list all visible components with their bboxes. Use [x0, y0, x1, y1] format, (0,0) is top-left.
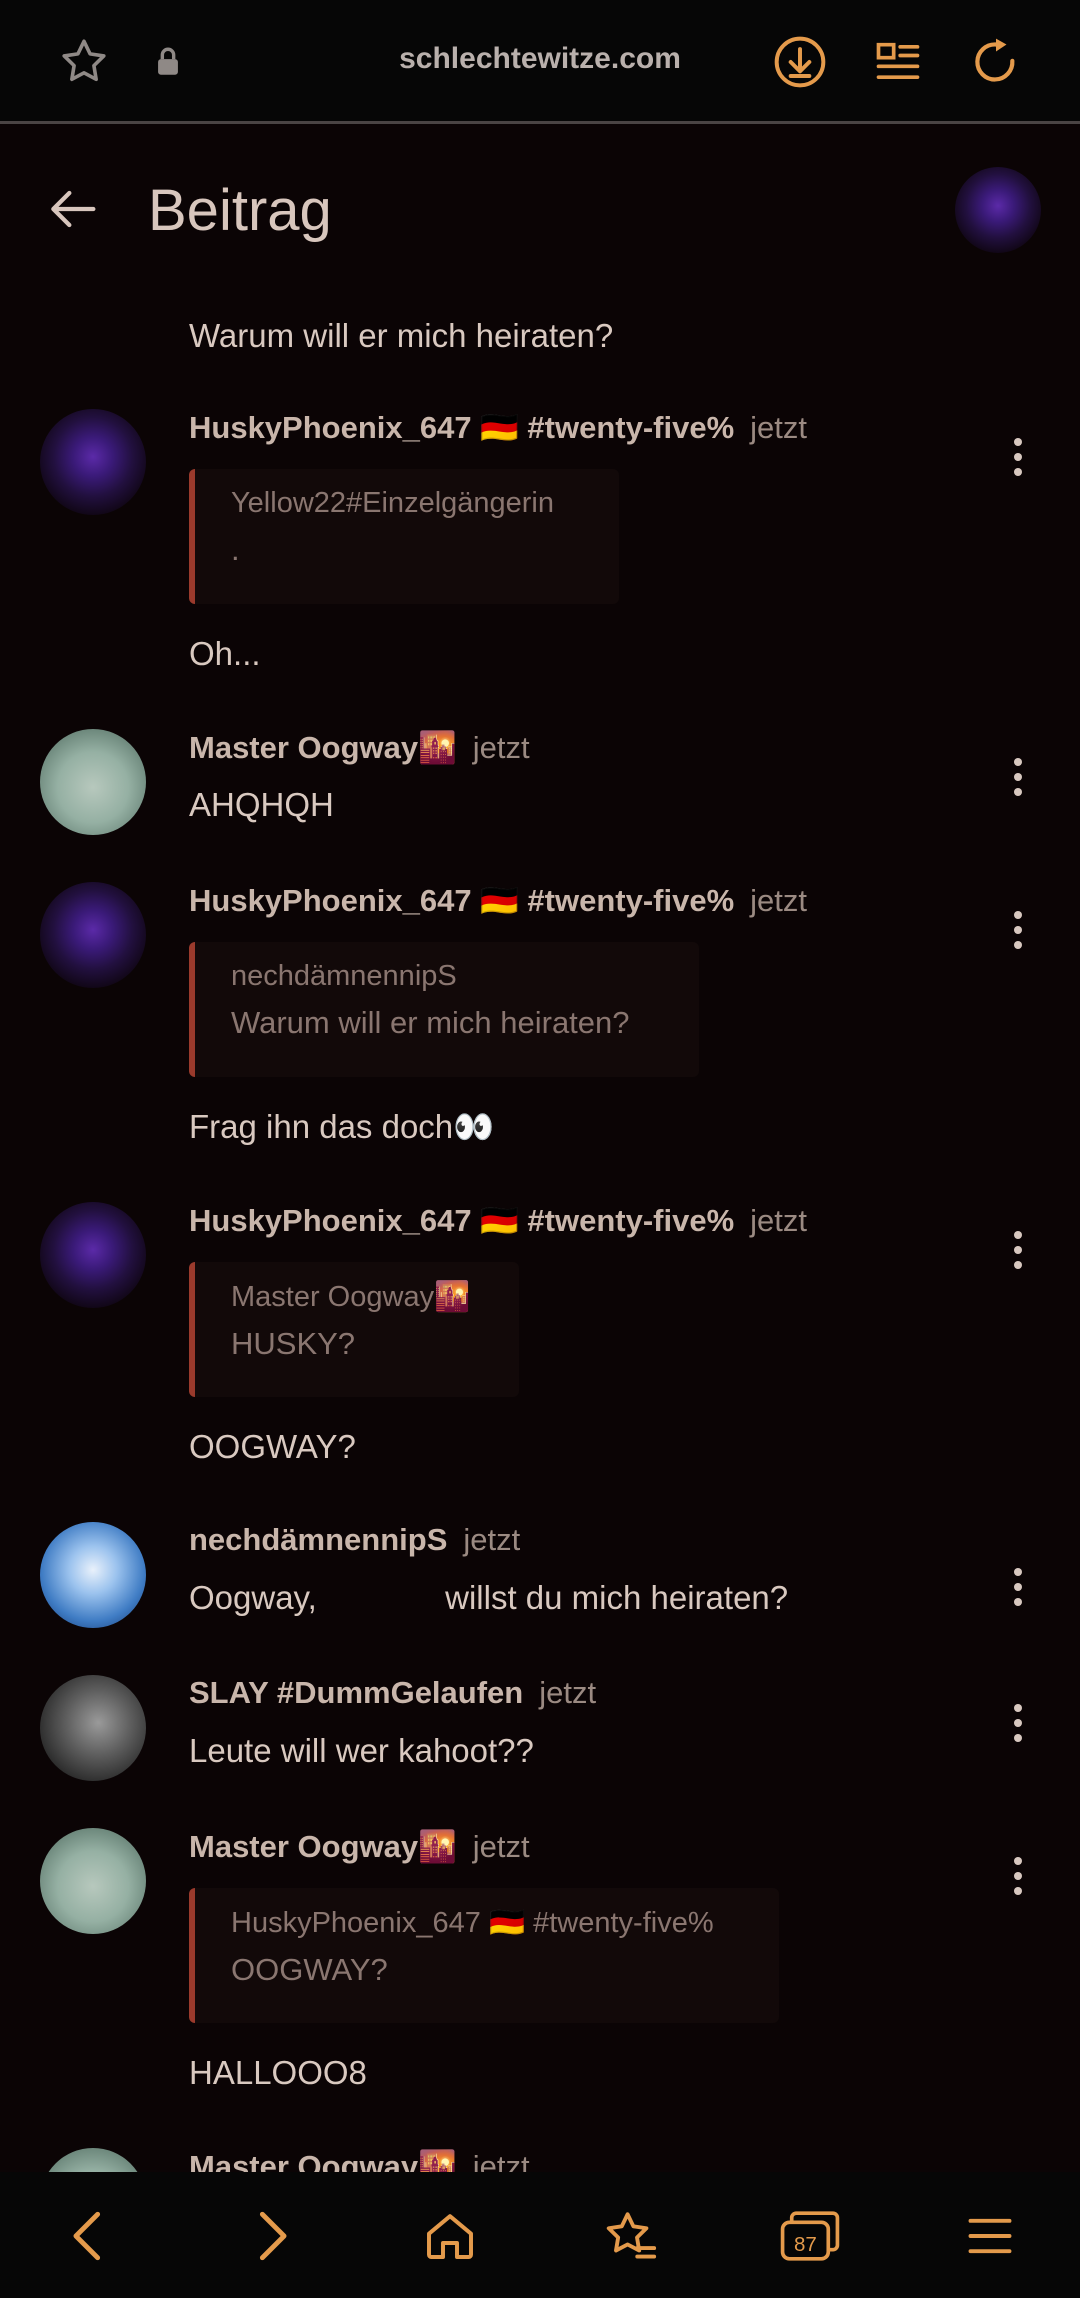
username[interactable]: HuskyPhoenix_647 🇩🇪 #twenty-five% [189, 1203, 734, 1238]
comment-header: HuskyPhoenix_647 🇩🇪 #twenty-five% jetzt [189, 882, 807, 919]
quoted-message[interactable]: HuskyPhoenix_647 🇩🇪 #twenty-five% OOGWAY… [189, 1888, 779, 2023]
comment-header: Master Oogway🌇 jetzt [189, 729, 530, 766]
tab-count: 87 [794, 2233, 817, 2256]
timestamp: jetzt [539, 1675, 597, 1710]
avatar[interactable] [40, 1522, 146, 1628]
username[interactable]: SLAY #DummGelaufen [189, 1675, 523, 1710]
more-options-icon[interactable] [998, 1557, 1038, 1617]
message-text: Frag ihn das doch👀 [189, 1108, 494, 1147]
timestamp: jetzt [750, 1203, 807, 1238]
hamburger-menu-icon[interactable] [954, 2200, 1026, 2272]
page-title: Beitrag [148, 178, 332, 243]
quote-username: Yellow22#Einzelgängerin [231, 487, 555, 519]
timestamp: jetzt [750, 883, 807, 918]
avatar[interactable] [40, 1202, 146, 1308]
browser-toolbar: schlechtewitze.com [0, 0, 1080, 124]
message-text: Oogway, willst du mich heiraten? [189, 1579, 789, 1616]
message-text: Oh... [189, 635, 261, 672]
comment-header: HuskyPhoenix_647 🇩🇪 #twenty-five% jetzt [189, 1202, 807, 1239]
message-text: AHQHQH [189, 786, 334, 823]
message-text: HALLOOO8 [189, 2054, 367, 2091]
more-options-icon[interactable] [998, 900, 1038, 960]
comment-header: nechdämnennipS jetzt [189, 1522, 520, 1558]
avatar[interactable] [955, 167, 1041, 253]
quote-text: OOGWAY? [231, 1952, 388, 1987]
star-list-icon[interactable] [594, 2200, 666, 2272]
more-options-icon[interactable] [998, 747, 1038, 807]
quote-username: HuskyPhoenix_647 🇩🇪 #twenty-five% [231, 1907, 714, 1939]
quote-username: nechdämnennipS [231, 960, 457, 992]
tabs-icon[interactable]: 87 [774, 2200, 846, 2272]
reload-icon[interactable] [964, 30, 1028, 94]
more-options-icon[interactable] [998, 1693, 1038, 1753]
avatar[interactable] [40, 2148, 146, 2172]
username[interactable]: Master Oogway🌇 [189, 2149, 457, 2172]
chevron-right-icon[interactable] [236, 2200, 308, 2272]
username[interactable]: HuskyPhoenix_647 🇩🇪 #twenty-five% [189, 410, 734, 445]
avatar[interactable] [40, 409, 146, 515]
comment-feed: Warum will er mich heiraten? HuskyPhoeni… [0, 292, 1080, 2172]
home-icon[interactable] [414, 2200, 486, 2272]
arrow-back-icon[interactable] [40, 177, 104, 241]
timestamp: jetzt [472, 2149, 530, 2172]
comment-header: Master Oogway🌇 jetzt [189, 1828, 530, 1865]
more-options-icon[interactable] [998, 427, 1038, 487]
reader-mode-icon[interactable] [866, 30, 930, 94]
username[interactable]: Master Oogway🌇 [189, 1829, 457, 1864]
quoted-message[interactable]: nechdämnennipS Warum will er mich heirat… [189, 942, 699, 1077]
avatar[interactable] [40, 729, 146, 835]
avatar[interactable] [40, 1675, 146, 1781]
app-header: Beitrag [0, 127, 1080, 292]
message-text-content: Frag ihn das doch👀 [189, 1108, 495, 1145]
message-text: OOGWAY? [189, 1428, 356, 1465]
quote-text: HUSKY? [231, 1326, 356, 1361]
more-options-icon[interactable] [998, 1220, 1038, 1280]
comment-header: SLAY #DummGelaufen jetzt [189, 1675, 596, 1711]
browser-bottom-bar: 87 [0, 2172, 1080, 2298]
avatar[interactable] [40, 1828, 146, 1934]
timestamp: jetzt [750, 410, 807, 445]
username[interactable]: nechdämnennipS [189, 1522, 447, 1557]
timestamp: jetzt [463, 1522, 521, 1557]
quoted-message[interactable]: Yellow22#Einzelgängerin . [189, 469, 619, 604]
quote-username: Master Oogway🌇 [231, 1281, 471, 1313]
quoted-message[interactable]: Master Oogway🌇 HUSKY? [189, 1262, 519, 1397]
timestamp: jetzt [472, 1829, 530, 1864]
username[interactable]: HuskyPhoenix_647 🇩🇪 #twenty-five% [189, 883, 734, 918]
username[interactable]: Master Oogway🌇 [189, 730, 457, 765]
download-icon[interactable] [768, 30, 832, 94]
timestamp: jetzt [472, 730, 530, 765]
comment-header: Master Oogway🌇 jetzt [189, 2148, 530, 2172]
comment-header: HuskyPhoenix_647 🇩🇪 #twenty-five% jetzt [189, 409, 807, 446]
message-text: Leute will wer kahoot?? [189, 1732, 534, 1769]
chevron-left-icon[interactable] [52, 2200, 124, 2272]
quote-text: Warum will er mich heiraten? [231, 1005, 630, 1040]
quote-text: . [231, 532, 240, 567]
message-text: Warum will er mich heiraten? [189, 317, 614, 354]
more-options-icon[interactable] [998, 1846, 1038, 1906]
avatar[interactable] [40, 882, 146, 988]
